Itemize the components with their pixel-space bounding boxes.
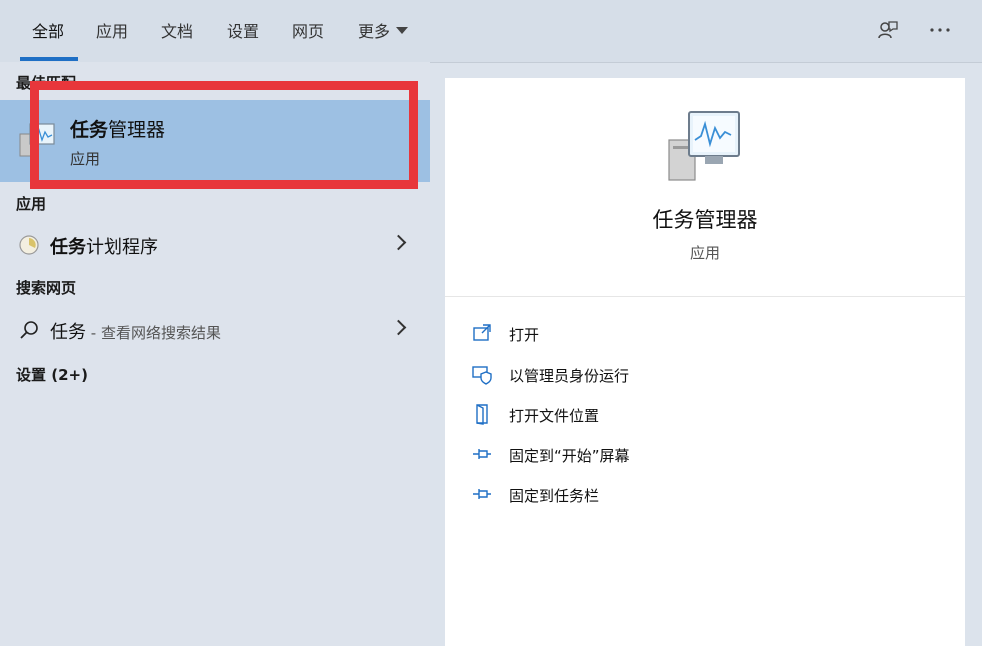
detail-title: 任务管理器 [652,208,758,232]
web-search-label: 任务 - 查看网络搜索结果 [50,322,221,343]
shield-icon [472,366,492,385]
action-pin-to-start[interactable]: 固定到“开始”屏幕 [471,439,931,471]
apps-heading: 应用 [16,195,47,213]
action-run-as-admin[interactable]: 以管理员身份运行 [471,359,931,391]
tab-more-label: 更多 [358,22,391,41]
detail-panel: 任务管理器 应用 打开 以管理员身份运行 打开文件位置 固定到“开始”屏幕 固定… [445,78,965,646]
tab-settings[interactable]: 设置 [227,18,259,42]
tab-documents[interactable]: 文档 [161,18,193,42]
chevron-down-icon [396,27,409,34]
action-open-label: 打开 [509,326,540,344]
web-search-heading: 搜索网页 [16,279,77,297]
settings-heading[interactable]: 设置 (2+) [16,364,88,385]
pin-icon [473,449,491,459]
active-tab-indicator [20,57,78,61]
action-open[interactable]: 打开 [471,318,931,350]
action-pin-to-taskbar-label: 固定到任务栏 [509,487,600,505]
task-scheduler-label: 任务计划程序 [50,237,158,258]
action-open-file-location[interactable]: 打开文件位置 [471,399,931,431]
chevron-right-icon[interactable] [390,319,407,336]
best-match-title: 任务管理器 [70,119,166,141]
file-location-icon [476,404,488,425]
detail-subtitle: 应用 [689,244,720,262]
results-list: 最佳匹配 任务管理器 应用 应用 任务计划程序 搜索网页 任务 - 查看网络搜索… [0,62,430,646]
more-options-icon[interactable] [926,16,954,44]
action-pin-to-start-label: 固定到“开始”屏幕 [509,447,630,465]
search-icon [20,321,38,339]
feedback-icon[interactable] [874,16,902,44]
open-icon [473,324,491,341]
action-run-as-admin-label: 以管理员身份运行 [509,367,630,385]
best-match-heading: 最佳匹配 [16,74,77,92]
action-open-file-location-label: 打开文件位置 [509,407,600,425]
task-manager-icon [668,111,740,181]
tab-more[interactable]: 更多 [358,18,409,42]
tab-all[interactable]: 全部 [32,18,64,42]
list-item-task-scheduler[interactable]: 任务计划程序 [0,226,430,264]
pin-icon [473,489,491,499]
list-item-web-search[interactable]: 任务 - 查看网络搜索结果 [0,311,430,349]
tab-web[interactable]: 网页 [292,18,324,42]
tab-apps[interactable]: 应用 [96,18,128,42]
best-match-task-manager[interactable]: 任务管理器 应用 [0,100,430,182]
task-manager-icon [19,123,55,157]
best-match-subtitle: 应用 [70,150,101,168]
detail-header: 任务管理器 应用 [445,78,965,297]
task-scheduler-icon [19,235,39,255]
search-filter-bar: 全部 应用 文档 设置 网页 更多 [0,0,982,63]
chevron-right-icon[interactable] [390,234,407,251]
action-pin-to-taskbar[interactable]: 固定到任务栏 [471,479,931,511]
